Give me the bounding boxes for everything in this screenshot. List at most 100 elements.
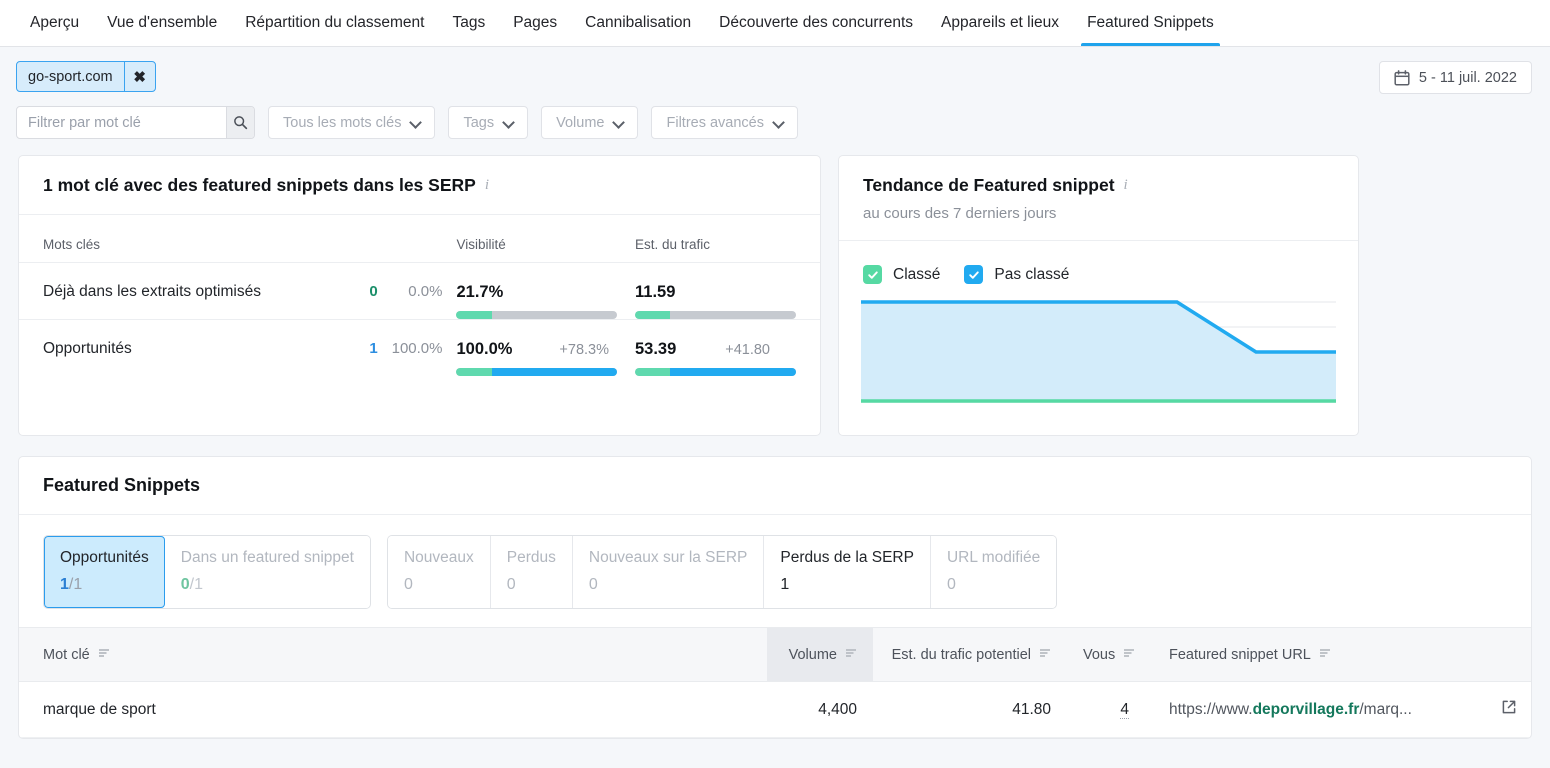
tab-dans-un-featured-snippet-value: 0/1 bbox=[181, 576, 354, 594]
col-header-snippet-url-label: Featured snippet URL bbox=[1169, 646, 1311, 663]
tab-opportunites[interactable]: Opportunités 1/1 bbox=[44, 536, 165, 608]
filter-dropdown-all-keywords-label: Tous les mots clés bbox=[283, 114, 402, 131]
row-count: 1 bbox=[369, 340, 378, 357]
tab-nouveaux[interactable]: Nouveaux 0 bbox=[387, 536, 491, 608]
search-button[interactable] bbox=[226, 107, 254, 138]
keyword-summary-table: Mots clés Visibilité Est. du trafic Déjà… bbox=[19, 215, 820, 396]
nav-tab-repartition-du-classement[interactable]: Répartition du classement bbox=[231, 0, 438, 46]
row-label: Opportunités bbox=[43, 340, 132, 357]
cell-keyword[interactable]: marque de sport bbox=[19, 681, 767, 738]
col-header-keyword[interactable]: Mot clé bbox=[19, 627, 767, 682]
col-header-you[interactable]: Vous bbox=[1067, 627, 1145, 682]
filter-dropdown-all-keywords[interactable]: Tous les mots clés bbox=[268, 106, 436, 139]
col-header-you-label: Vous bbox=[1083, 646, 1116, 663]
panel-title: Featured Snippets bbox=[43, 475, 201, 495]
nav-tab-cannibalisation[interactable]: Cannibalisation bbox=[571, 0, 705, 46]
url-domain: deporvillage.fr bbox=[1252, 700, 1360, 718]
date-range-picker[interactable]: 5 - 11 juil. 2022 bbox=[1378, 61, 1532, 94]
domain-chip[interactable]: go-sport.com ✖ bbox=[16, 61, 156, 92]
nav-tab-featured-snippets[interactable]: Featured Snippets bbox=[1073, 0, 1228, 46]
tab-opportunites-label: Opportunités bbox=[60, 549, 149, 566]
sort-icon bbox=[1123, 647, 1135, 663]
featured-snippets-table: Mot clé Volume Est. du trafic potentiel bbox=[19, 627, 1531, 738]
table-row[interactable]: Opportunités 1 100.0% 100.0% +78.3% 53.3… bbox=[19, 319, 820, 376]
traffic-delta: +41.80 bbox=[725, 342, 770, 358]
col-header-volume[interactable]: Volume bbox=[767, 627, 873, 682]
bar-segment-unranked bbox=[491, 368, 618, 376]
traffic-bar bbox=[635, 368, 796, 376]
visibility-delta: +78.3% bbox=[559, 342, 609, 358]
nav-tab-vue-densemble[interactable]: Vue d'ensemble bbox=[93, 0, 231, 46]
trend-chart-svg bbox=[861, 300, 1336, 403]
cell-snippet-url[interactable]: https://www.deporvillage.fr/marq... bbox=[1145, 681, 1531, 738]
tab-perdus[interactable]: Perdus 0 bbox=[490, 536, 573, 608]
tab-value-num: 1 bbox=[60, 576, 69, 593]
cell-you[interactable]: 4 bbox=[1067, 681, 1145, 738]
tab-nouveaux-sur-la-serp-label: Nouveaux sur la SERP bbox=[588, 549, 748, 566]
trend-card-subtitle: au cours des 7 derniers jours bbox=[863, 205, 1057, 222]
row-count-pct: 100.0% bbox=[391, 340, 443, 357]
filter-dropdown-tags-label: Tags bbox=[463, 114, 495, 131]
tab-perdus-de-la-serp[interactable]: Perdus de la SERP 1 bbox=[764, 536, 931, 608]
tab-perdus-label: Perdus bbox=[506, 549, 556, 566]
trend-card-header: Tendance de Featured snippet i au cours … bbox=[839, 156, 1358, 240]
table-row[interactable]: marque de sport 4,400 41.80 4 https://ww… bbox=[19, 681, 1531, 738]
date-range-label: 5 - 11 juil. 2022 bbox=[1418, 69, 1517, 86]
chevron-down-icon bbox=[504, 118, 513, 127]
trend-card-title: Tendance de Featured snippet bbox=[863, 175, 1115, 195]
snippet-url-text[interactable]: https://www.deporvillage.fr/marq... bbox=[1169, 701, 1412, 719]
filter-dropdown-volume[interactable]: Volume bbox=[541, 106, 639, 139]
tab-perdus-value: 0 bbox=[506, 576, 516, 593]
external-link-icon[interactable] bbox=[1501, 699, 1517, 720]
nav-tab-tags[interactable]: Tags bbox=[438, 0, 499, 46]
bar-segment-ranked bbox=[456, 311, 492, 319]
traffic-bar bbox=[635, 311, 796, 319]
legend-label-classe: Classé bbox=[893, 265, 941, 283]
col-header-snippet-url[interactable]: Featured snippet URL bbox=[1145, 627, 1531, 682]
col-header-traffic: Est. du trafic bbox=[635, 237, 711, 252]
chevron-down-icon bbox=[614, 118, 623, 127]
url-prefix: https://www. bbox=[1169, 700, 1253, 718]
info-icon[interactable]: i bbox=[1124, 177, 1128, 194]
filter-dropdown-advanced[interactable]: Filtres avancés bbox=[651, 106, 798, 139]
panel-header: Featured Snippets bbox=[19, 457, 1531, 514]
tab-opportunites-value: 1/1 bbox=[60, 576, 149, 594]
info-icon[interactable]: i bbox=[485, 177, 489, 194]
visibility-value: 100.0% bbox=[456, 340, 513, 358]
snippet-filter-tabs: Opportunités 1/1 Dans un featured snippe… bbox=[19, 515, 1531, 627]
featured-snippet-trend-card: Tendance de Featured snippet i au cours … bbox=[838, 155, 1359, 436]
tab-nouveaux-sur-la-serp[interactable]: Nouveaux sur la SERP 0 bbox=[572, 536, 765, 608]
cell-volume: 4,400 bbox=[767, 681, 873, 738]
nav-tab-apercu[interactable]: Aperçu bbox=[16, 0, 93, 46]
visibility-metric: 100.0% +78.3% bbox=[456, 320, 635, 376]
keyword-search-box[interactable] bbox=[16, 106, 255, 139]
tab-nouveaux-value: 0 bbox=[403, 576, 413, 593]
cell-you-value[interactable]: 4 bbox=[1120, 700, 1129, 719]
tab-url-modifiee-value: 0 bbox=[946, 576, 956, 593]
tab-perdus-de-la-serp-label: Perdus de la SERP bbox=[780, 549, 914, 566]
bar-segment-unranked bbox=[670, 368, 796, 376]
nav-tab-appareils-et-lieux[interactable]: Appareils et lieux bbox=[927, 0, 1073, 46]
nav-tab-pages[interactable]: Pages bbox=[499, 0, 571, 46]
table-row[interactable]: Déjà dans les extraits optimisés 0 0.0% … bbox=[19, 262, 820, 320]
legend-item-pas-classe[interactable]: Pas classé bbox=[964, 265, 1069, 284]
nav-tab-decouverte-des-concurrents[interactable]: Découverte des concurrents bbox=[705, 0, 927, 46]
close-icon[interactable]: ✖ bbox=[123, 62, 155, 91]
checkbox-pas-classe[interactable] bbox=[964, 265, 984, 284]
search-input[interactable] bbox=[17, 107, 226, 138]
chevron-down-icon bbox=[411, 118, 420, 127]
filter-dropdown-tags[interactable]: Tags bbox=[448, 106, 529, 139]
legend-item-classe[interactable]: Classé bbox=[863, 265, 940, 284]
checkbox-classe[interactable] bbox=[863, 265, 882, 284]
col-header-potential-traffic[interactable]: Est. du trafic potentiel bbox=[873, 627, 1067, 682]
filter-controls: Tous les mots clés Tags Volume Filtres a… bbox=[16, 106, 1534, 139]
traffic-metric: 53.39 +41.80 bbox=[635, 320, 796, 376]
bar-segment-ranked bbox=[635, 311, 671, 319]
tab-dans-un-featured-snippet[interactable]: Dans un featured snippet 0/1 bbox=[164, 536, 370, 608]
tab-url-modifiee[interactable]: URL modifiée 0 bbox=[930, 536, 1057, 608]
sort-icon bbox=[98, 647, 110, 663]
calendar-icon bbox=[1394, 69, 1410, 86]
tab-nouveaux-sur-la-serp-value: 0 bbox=[588, 576, 598, 593]
bar-segment-ranked bbox=[635, 368, 671, 376]
visibility-bar bbox=[456, 311, 618, 319]
